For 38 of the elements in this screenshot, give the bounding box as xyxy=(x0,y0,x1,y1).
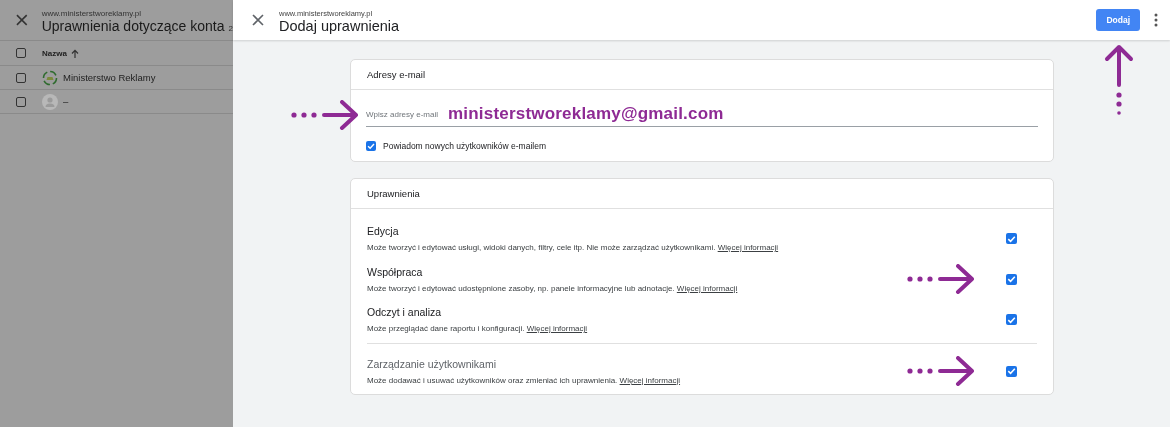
close-icon[interactable] xyxy=(15,13,29,27)
avatar-icon xyxy=(42,93,58,110)
more-info-link[interactable]: Więcej informacji xyxy=(526,324,588,333)
add-button[interactable]: Dodaj xyxy=(1096,9,1140,31)
more-info-link[interactable]: Więcej informacji xyxy=(717,243,779,252)
column-header[interactable]: Nazwa xyxy=(42,48,67,58)
permission-description: Może tworzyć i edytować udostępnione zasoby, np. panele informacyjne lub adnotacje. xyxy=(367,283,675,293)
checkbox[interactable] xyxy=(1006,233,1017,244)
permission-title: Zarządzanie użytkownikami xyxy=(367,357,497,370)
checkbox-label: Powiadom nowych użytkowników e-mailem xyxy=(383,141,546,151)
card-title: Adresy e-mail xyxy=(351,60,1053,90)
page-title: Uprawnienia dotyczące konta xyxy=(41,17,225,34)
dialog-title: Dodaj uprawnienia xyxy=(279,17,401,34)
permission-title: Współpraca xyxy=(367,265,424,278)
checkbox[interactable] xyxy=(1006,365,1017,377)
field-label: Wpisz adresy e-mail xyxy=(366,109,438,119)
item-count: 2 xyxy=(228,23,233,33)
permission-title: Edycja xyxy=(367,225,400,237)
card-title: Uprawnienia xyxy=(351,179,1053,209)
checkbox[interactable] xyxy=(1006,273,1017,285)
checkbox[interactable] xyxy=(16,72,26,83)
permission-description: Może przeglądać dane raportu i konfiguracji. xyxy=(367,324,525,333)
permission-description: Może dodawać i usuwać użytkowników oraz zmieniać ich uprawnienia. xyxy=(367,375,618,385)
checkbox[interactable] xyxy=(16,48,26,58)
more-info-link[interactable]: Więcej informacji xyxy=(619,375,681,385)
permission-title: Odczyt i analiza xyxy=(367,306,443,318)
checkbox[interactable] xyxy=(366,141,376,151)
site-url: www.ministerstworeklamy.pl xyxy=(41,8,143,18)
checkbox[interactable] xyxy=(16,96,26,107)
more-info-link[interactable]: Więcej informacji xyxy=(676,283,738,293)
checkbox[interactable] xyxy=(1006,314,1017,325)
table-cell: Ministerstwo Reklamy xyxy=(63,72,156,83)
more-icon[interactable] xyxy=(1154,13,1158,27)
account-logo-icon xyxy=(42,69,58,86)
close-icon[interactable] xyxy=(251,13,265,27)
table-cell: – xyxy=(63,96,69,107)
field-value: ministerstworeklamy@gmail.com xyxy=(448,104,724,124)
permission-description: Może tworzyć i edytować usługi, widoki danych, filtry, cele itp. Nie może zarządzać użytkownikami. xyxy=(367,243,716,252)
